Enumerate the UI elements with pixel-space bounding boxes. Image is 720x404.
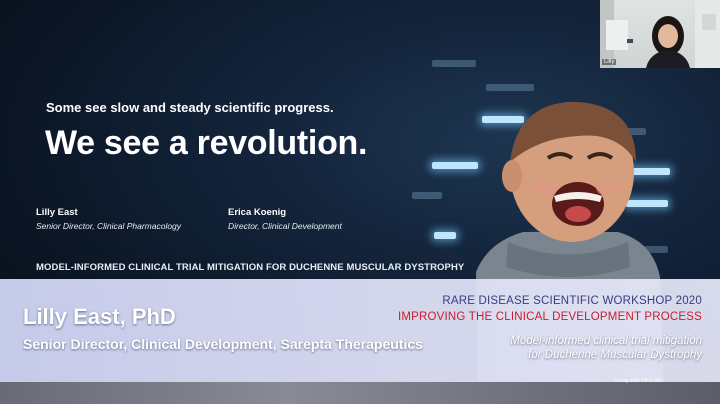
talk-topic-line: Model-informed clinical trial mitigation xyxy=(510,335,702,347)
webcam-thumbnail[interactable]: Lilly xyxy=(600,0,720,68)
talk-topic-line: for Duchenne Muscular Dystrophy xyxy=(528,349,702,361)
speaker-title: Senior Director, Clinical Development, S… xyxy=(23,336,423,352)
dna-bar xyxy=(434,232,456,239)
presenter-name: Erica Koenig xyxy=(228,207,287,218)
footer-caption: Living with MFS life xyxy=(614,378,662,384)
speaker-name: Lilly East, PhD xyxy=(23,304,176,329)
talk-topic: Model-informed clinical trial mitigation… xyxy=(402,334,702,362)
lower-third-banner: Lilly East, PhD Senior Director, Clinica… xyxy=(0,279,720,382)
workshop-title: RARE DISEASE SCIENTIFIC WORKSHOP 2020 xyxy=(442,295,702,307)
slide-tagline: Some see slow and steady scientific prog… xyxy=(46,100,334,115)
camera-logo-icon xyxy=(627,39,633,43)
workshop-theme: IMPROVING THE CLINICAL DEVELOPMENT PROCE… xyxy=(397,311,702,323)
presenter-role: Director, Clinical Development xyxy=(228,221,342,231)
slide-subtitle: MODEL-INFORMED CLINICAL TRIAL MITIGATION… xyxy=(36,262,465,273)
webcam-name-label: Lilly xyxy=(602,59,617,65)
dna-bar xyxy=(412,192,442,199)
webcam-person xyxy=(600,0,720,68)
dna-bar xyxy=(432,60,476,67)
dna-bar xyxy=(486,84,534,91)
slide-headline: We see a revolution. xyxy=(45,124,368,162)
presenter-name: Lilly East xyxy=(36,207,78,218)
presenter-role: Senior Director, Clinical Pharmacology xyxy=(36,221,182,231)
bottom-strip xyxy=(0,382,720,404)
